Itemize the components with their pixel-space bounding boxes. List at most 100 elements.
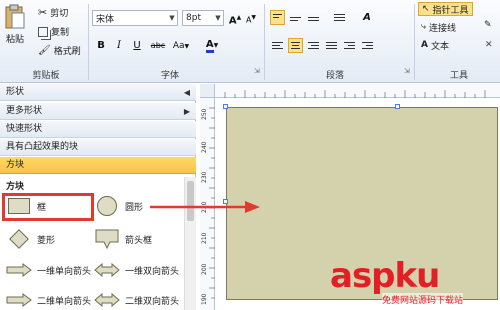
group-divider <box>264 4 265 80</box>
more-shapes-label: 更多形状 <box>6 106 43 116</box>
font-group-label: 字体 <box>160 71 179 81</box>
font-name-combo[interactable]: 宋体 ▼ <box>92 10 178 26</box>
chevron-left-icon[interactable]: ◀ <box>184 84 190 101</box>
circle-icon <box>94 196 120 216</box>
paste-button[interactable]: 粘贴 <box>4 4 26 45</box>
cut-label: 剪切 <box>50 9 69 19</box>
font-size-value: 8pt <box>186 13 201 23</box>
copy-label: 复制 <box>51 28 70 38</box>
tools-group-label: 工具 <box>449 71 468 81</box>
shape-master-callout-box[interactable]: 箭头框 <box>94 229 152 249</box>
shrink-font-button[interactable]: A▼ <box>244 11 258 25</box>
blocks-item[interactable]: 方块 <box>0 157 196 174</box>
callout-box-icon <box>94 229 120 249</box>
ruler-ticks <box>224 90 486 98</box>
text-tool-button[interactable]: A 文本 <box>418 38 452 52</box>
dialog-launcher-icon[interactable]: ⇲ <box>404 67 410 75</box>
clipboard-group-label: 剪贴板 <box>32 71 60 81</box>
blocks-label: 方块 <box>6 160 25 170</box>
shape-master-2d-two-way-arrow[interactable]: 二维双向箭头 <box>94 291 179 309</box>
text-tool-icon: A <box>421 40 428 50</box>
increase-indent-button[interactable] <box>360 38 375 53</box>
shape-master-circle[interactable]: 圆形 <box>94 196 143 216</box>
more-tools-icon[interactable]: ✎ <box>484 20 492 30</box>
align-center-button[interactable] <box>288 38 303 53</box>
font-size-combo[interactable]: 8pt ▼ <box>182 10 224 26</box>
chevron-down-icon[interactable]: ▼ <box>213 11 223 25</box>
align-middle-button[interactable] <box>288 10 303 25</box>
paragraph-group-label: 段落 <box>325 71 344 81</box>
chevron-down-icon[interactable]: ▼ <box>167 11 177 25</box>
shape-master-label: 一维双向箭头 <box>125 266 180 277</box>
raised-blocks-item[interactable]: 具有凸起效果的块 <box>0 139 196 156</box>
stencil-title: 方块 <box>6 182 25 192</box>
pointer-tool-label: 指针工具 <box>432 5 469 16</box>
connector-icon: ⤷ <box>421 22 427 32</box>
strikethrough-button[interactable]: abc <box>148 39 168 53</box>
shapes-panel-header[interactable]: 形状 ◀ <box>0 84 196 101</box>
shape-master-one-way-arrow[interactable]: 一维单向箭头 <box>6 261 91 279</box>
cut-button[interactable]: ✂ 剪切 <box>38 6 68 19</box>
change-case-button[interactable]: Aa▼ <box>170 39 192 53</box>
copy-icon <box>38 26 48 37</box>
selection-handle[interactable] <box>223 104 228 109</box>
paste-label: 粘贴 <box>5 35 24 45</box>
shape-master-label: 一维单向箭头 <box>37 266 92 277</box>
watermark-logo: aspku 免费网站源码下载站 <box>330 256 500 310</box>
shapes-panel-title: 形状 <box>6 87 25 97</box>
align-left-button[interactable] <box>270 38 285 53</box>
stencil-scrollbar[interactable] <box>184 177 196 310</box>
pointer-icon: ↖ <box>422 4 430 14</box>
shape-master-label: 菱形 <box>37 235 56 246</box>
more-shapes-item[interactable]: 更多形状 ▶ <box>0 103 196 120</box>
group-divider <box>88 4 89 80</box>
watermark-main-text: aspku <box>330 256 440 296</box>
shape-master-two-way-arrow[interactable]: 一维双向箭头 <box>94 261 179 279</box>
shape-master-2d-one-way-arrow[interactable]: 二维单向箭头 <box>6 291 91 309</box>
2d-one-way-arrow-icon <box>6 291 32 309</box>
text-tool-label: 文本 <box>430 41 449 52</box>
font-name-value: 宋体 <box>96 14 115 25</box>
font-color-glyph: A <box>205 39 214 53</box>
bullets-button[interactable] <box>332 10 347 25</box>
ribbon: 粘贴 ✂ 剪切 复制 🖌 格式刷 剪贴板 宋体 ▼ 8pt ▼ A▲ A▼ B … <box>0 0 500 83</box>
horizontal-ruler[interactable] <box>215 84 500 98</box>
connector-tool-button[interactable]: ⤷ 连接线 <box>418 20 459 34</box>
dialog-launcher-icon[interactable]: ⇲ <box>254 67 260 75</box>
grow-font-glyph: A <box>228 15 237 27</box>
stencil-area: 方块 框 圆形 菱形 箭头框 一维单向箭头 一维双向箭头 二维单向箭头 二维双向… <box>0 177 196 310</box>
align-bottom-button[interactable] <box>306 10 321 25</box>
paintbrush-icon: 🖌 <box>38 45 51 56</box>
shapes-panel: 形状 ◀ 更多形状 ▶ 快速形状 具有凸起效果的块 方块 方块 框 圆形 菱形 <box>0 84 196 310</box>
group-divider <box>414 4 415 80</box>
chevron-right-icon: ▶ <box>183 107 190 116</box>
raised-blocks-label: 具有凸起效果的块 <box>6 142 79 152</box>
copy-button[interactable]: 复制 <box>38 25 69 38</box>
italic-button[interactable]: I <box>112 39 126 53</box>
connector-tool-label: 连接线 <box>429 23 457 34</box>
underline-button[interactable]: U <box>130 39 144 53</box>
quick-shapes-item[interactable]: 快速形状 <box>0 121 196 138</box>
align-right-button[interactable] <box>306 38 321 53</box>
shape-master-diamond[interactable]: 菱形 <box>6 229 56 249</box>
format-painter-button[interactable]: 🖌 格式刷 <box>38 44 81 57</box>
ruler-corner <box>200 84 215 98</box>
close-icon[interactable]: ✕ <box>485 40 493 50</box>
two-way-arrow-icon <box>94 261 120 279</box>
align-top-button[interactable] <box>270 10 285 25</box>
paragraph-text-icon[interactable]: A <box>360 11 374 25</box>
font-color-button[interactable]: A▼ <box>202 38 222 53</box>
drag-arrow <box>150 201 260 213</box>
pointer-tool-button[interactable]: ↖ 指针工具 <box>418 2 473 16</box>
format-painter-label: 格式刷 <box>53 47 81 57</box>
justify-button[interactable] <box>324 38 339 53</box>
2d-two-way-arrow-icon <box>94 291 120 309</box>
bold-button[interactable]: B <box>94 39 108 53</box>
grow-font-button[interactable]: A▲ <box>228 11 242 27</box>
shape-master-label: 二维单向箭头 <box>37 296 92 307</box>
decrease-indent-button[interactable] <box>342 38 357 53</box>
quick-shapes-label: 快速形状 <box>6 124 43 134</box>
diamond-icon <box>6 229 32 249</box>
one-way-arrow-icon <box>6 261 32 279</box>
selection-handle[interactable] <box>395 104 400 109</box>
